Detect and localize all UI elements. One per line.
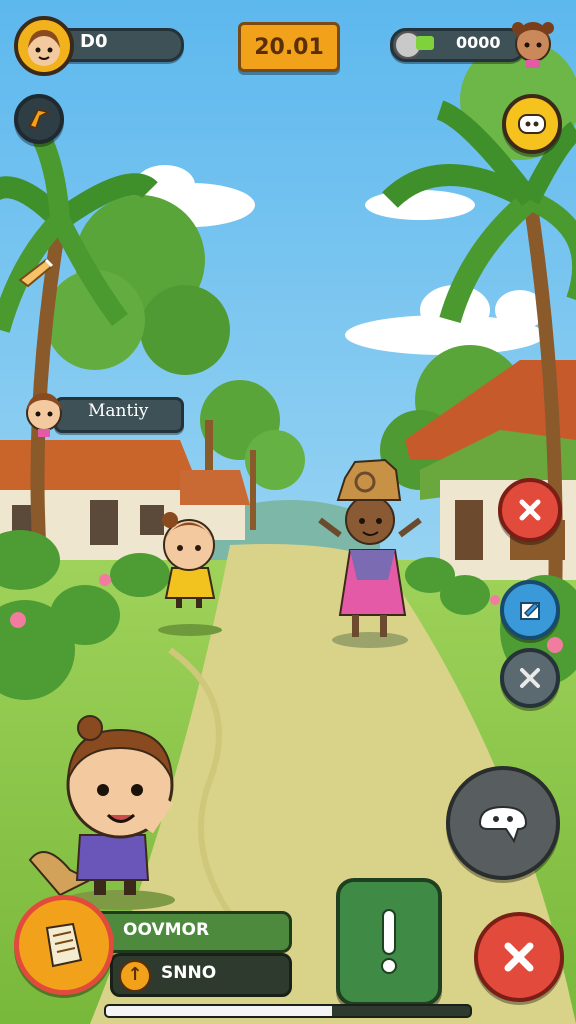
horn-icon: [18, 258, 54, 288]
ghost-button[interactable]: [446, 766, 560, 880]
coin-counter[interactable]: 20.01: [238, 22, 340, 72]
villager-child: [162, 512, 216, 608]
edit-button[interactable]: [500, 580, 560, 640]
boomerang-icon: [28, 109, 51, 129]
player-avatar-icon[interactable]: [14, 16, 74, 76]
energy-bar: [416, 36, 434, 50]
close-button[interactable]: [474, 912, 564, 1002]
npc-nameplate[interactable]: Mantiy: [18, 385, 184, 441]
exclamation-icon: [381, 909, 397, 974]
game-screen: D0 20.01 0000 Mantiy OOVMOR ↑ SNNO: [0, 0, 576, 1024]
horn-button[interactable]: [16, 250, 56, 290]
tools-icon: [520, 668, 540, 688]
quest-sub-label: SNNO: [161, 963, 217, 983]
edit-icon: [520, 601, 540, 620]
alert-button[interactable]: [336, 878, 442, 1006]
player-hud[interactable]: D0: [14, 16, 184, 76]
npc-avatar-icon: [18, 385, 70, 437]
player-counter: D0: [80, 31, 108, 52]
quest-sub-bar: ↑ SNNO: [110, 953, 292, 997]
coin-value: 20.01: [254, 34, 324, 60]
map-icon: [45, 922, 83, 968]
close-icon: [519, 499, 541, 521]
close-icon: [504, 942, 534, 972]
currency-hud[interactable]: 0000: [390, 14, 566, 74]
chat-button[interactable]: [502, 94, 562, 154]
tools-button[interactable]: [500, 648, 560, 708]
currency-value: 0000: [456, 33, 501, 52]
progress-fill: [106, 1006, 332, 1016]
close-action-button[interactable]: [498, 478, 562, 542]
boomerang-button[interactable]: [14, 94, 64, 144]
quest-panel[interactable]: OOVMOR ↑ SNNO: [14, 895, 292, 1005]
ghost-icon: [478, 805, 528, 844]
npc-name: Mantiy: [88, 401, 149, 421]
up-arrow-icon: ↑: [119, 960, 151, 992]
friend-avatar-icon[interactable]: [506, 14, 560, 68]
map-button[interactable]: [14, 895, 114, 995]
quest-title: OOVMOR: [123, 920, 210, 940]
chat-icon: [518, 114, 546, 134]
progress-track: [104, 1004, 472, 1018]
